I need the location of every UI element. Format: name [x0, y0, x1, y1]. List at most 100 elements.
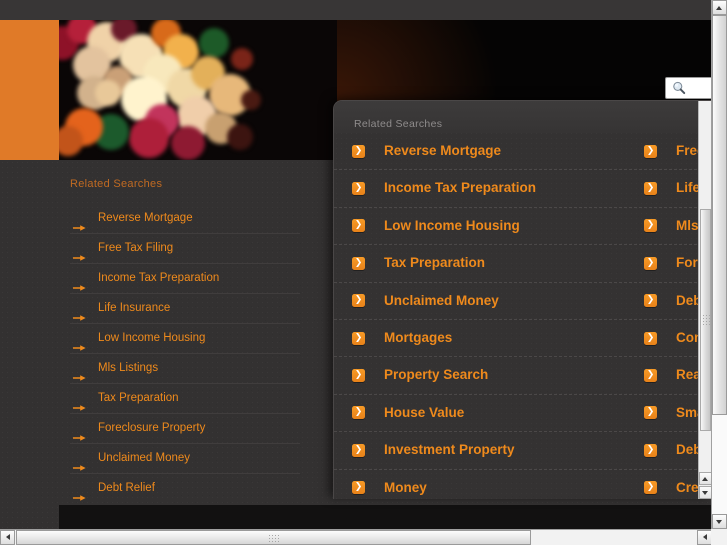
- right-arrow-icon: [73, 485, 86, 501]
- search-box[interactable]: [665, 77, 711, 99]
- chevron-left-icon: [702, 534, 707, 540]
- overlay-header: Related Searches: [334, 101, 711, 133]
- window-vertical-track[interactable]: [712, 15, 727, 514]
- chevron-right-box-icon: ❯: [352, 144, 365, 158]
- magnifier-icon: [673, 81, 686, 95]
- right-arrow-icon: [73, 245, 86, 261]
- right-arrow-icon: [73, 275, 86, 291]
- overlay-row: ❯Mortgages❯Consol: [334, 320, 711, 358]
- overlay-search-item[interactable]: ❯ Mortgages: [352, 320, 674, 356]
- left-search-item[interactable]: Life Insurance: [70, 294, 300, 324]
- left-search-item-label: Foreclosure Property: [98, 422, 206, 434]
- chevron-right-box-icon: ❯: [352, 182, 365, 196]
- window-scroll-down-button[interactable]: [712, 514, 727, 529]
- chevron-right-box-icon: ❯: [644, 294, 657, 308]
- chevron-down-icon: [716, 519, 722, 524]
- overlay-search-item[interactable]: ❯ Tax Preparation: [352, 245, 674, 281]
- window-vertical-scrollbar[interactable]: [711, 0, 727, 529]
- chevron-right-box-icon: ❯: [644, 481, 657, 495]
- left-search-item-label: Mls Listings: [98, 362, 159, 374]
- scrollbar-corner: [711, 529, 727, 545]
- left-search-item-label: Free Tax Filing: [98, 242, 174, 254]
- right-arrow-icon: [73, 455, 86, 471]
- left-search-item[interactable]: Foreclosure Property: [70, 414, 300, 444]
- chevron-up-icon: [702, 476, 708, 481]
- right-arrow-icon: [73, 335, 86, 351]
- chevron-right-box-icon: ❯: [352, 481, 365, 495]
- left-search-item-label: Reverse Mortgage: [98, 212, 193, 224]
- search-input[interactable]: [690, 81, 711, 98]
- related-searches-overlay: Related Searches ❯ Reverse Mortgage ❯ Free …: [333, 100, 711, 499]
- overlay-search-item[interactable]: ❯ Low Income Housing: [352, 208, 674, 244]
- overlay-row: ❯Money❯Credit C: [334, 470, 711, 499]
- left-search-item-label: Life Insurance: [98, 302, 171, 314]
- overlay-search-grid: ❯Reverse Mortgage❯Free Ta❯Income Tax Pre…: [334, 133, 711, 499]
- chevron-right-box-icon: ❯: [352, 443, 365, 457]
- left-search-item[interactable]: Tax Preparation: [70, 384, 300, 414]
- horizontal-thumb-grip: [267, 533, 280, 542]
- overlay-row: ❯Property Search❯Real Es: [334, 357, 711, 395]
- chevron-right-box-icon: ❯: [644, 219, 657, 233]
- left-search-item[interactable]: Debt Relief: [70, 474, 300, 503]
- window-horizontal-thumb[interactable]: [16, 530, 531, 545]
- overlay-search-item[interactable]: ❯ House Value: [352, 395, 674, 431]
- window-scroll-left-button-secondary[interactable]: [697, 530, 712, 545]
- overlay-search-item[interactable]: ❯ Reverse Mortgage: [352, 133, 674, 169]
- footer-black-band: [59, 505, 711, 529]
- overlay-scroll-grip: [701, 314, 710, 326]
- left-search-item[interactable]: Free Tax Filing: [70, 234, 300, 264]
- chevron-down-icon: [702, 490, 708, 495]
- left-search-item[interactable]: Unclaimed Money: [70, 444, 300, 474]
- left-search-item[interactable]: Mls Listings: [70, 354, 300, 384]
- chevron-left-icon: [5, 534, 10, 540]
- overlay-search-item[interactable]: ❯ Unclaimed Money: [352, 283, 674, 319]
- left-search-item[interactable]: Income Tax Preparation: [70, 264, 300, 294]
- overlay-search-item-label: Property Search: [384, 367, 489, 383]
- left-search-list: Reverse Mortgage Free Tax Filing Income Ta…: [70, 204, 300, 503]
- overlay-row: ❯House Value❯Small B: [334, 395, 711, 433]
- window-horizontal-scrollbar[interactable]: [0, 529, 727, 545]
- overlay-scroll-down-button[interactable]: [699, 486, 711, 499]
- chevron-up-icon: [716, 5, 722, 10]
- left-search-item[interactable]: Reverse Mortgage: [70, 204, 300, 234]
- top-strip: [0, 0, 711, 20]
- left-search-item-label: Tax Preparation: [98, 392, 179, 404]
- overlay-vertical-scrollbar[interactable]: [698, 101, 711, 499]
- overlay-row: ❯Reverse Mortgage❯Free Ta: [334, 133, 711, 171]
- chevron-right-box-icon: ❯: [352, 219, 365, 233]
- overlay-row: ❯Tax Preparation❯Foreclo: [334, 245, 711, 283]
- overlay-search-item[interactable]: ❯ Money: [352, 470, 674, 499]
- overlay-search-item[interactable]: ❯ Property Search: [352, 357, 674, 393]
- window-scroll-left-button[interactable]: [0, 530, 15, 545]
- overlay-search-item-label: Tax Preparation: [384, 255, 486, 271]
- overlay-row: ❯Investment Property❯Debt Re: [334, 432, 711, 470]
- chevron-right-box-icon: ❯: [644, 406, 657, 420]
- overlay-scroll-up-button[interactable]: [699, 472, 711, 485]
- chevron-right-box-icon: ❯: [644, 369, 657, 383]
- left-related-searches: Related Searches Reverse Mortgage Free Ta…: [70, 178, 300, 503]
- right-arrow-icon: [73, 395, 86, 411]
- overlay-search-item[interactable]: ❯ Income Tax Preparation: [352, 170, 674, 206]
- chevron-right-box-icon: ❯: [644, 443, 657, 457]
- chevron-right-box-icon: ❯: [352, 294, 365, 308]
- window-scroll-up-button[interactable]: [712, 0, 727, 15]
- chevron-right-box-icon: ❯: [352, 331, 365, 345]
- chevron-right-box-icon: ❯: [644, 182, 657, 196]
- overlay-title: Related Searches: [354, 118, 443, 130]
- chevron-right-box-icon: ❯: [352, 406, 365, 420]
- overlay-search-item-label: Income Tax Preparation: [384, 180, 537, 196]
- overlay-search-item-label: Investment Property: [384, 442, 515, 458]
- overlay-search-item-label: Unclaimed Money: [384, 292, 499, 308]
- right-arrow-icon: [73, 215, 86, 231]
- chevron-right-box-icon: ❯: [352, 256, 365, 270]
- overlay-search-item[interactable]: ❯ Investment Property: [352, 432, 674, 468]
- right-arrow-icon: [73, 365, 86, 381]
- hero-bokeh-photo: [59, 20, 337, 160]
- overlay-scroll-thumb[interactable]: [700, 209, 711, 431]
- chevron-right-box-icon: ❯: [644, 144, 657, 158]
- overlay-row: ❯Low Income Housing❯Mls List: [334, 208, 711, 246]
- window-vertical-thumb[interactable]: [712, 15, 727, 415]
- left-search-item[interactable]: Low Income Housing: [70, 324, 300, 354]
- overlay-search-item-label: House Value: [384, 404, 465, 420]
- hero-orange-block: [0, 20, 59, 160]
